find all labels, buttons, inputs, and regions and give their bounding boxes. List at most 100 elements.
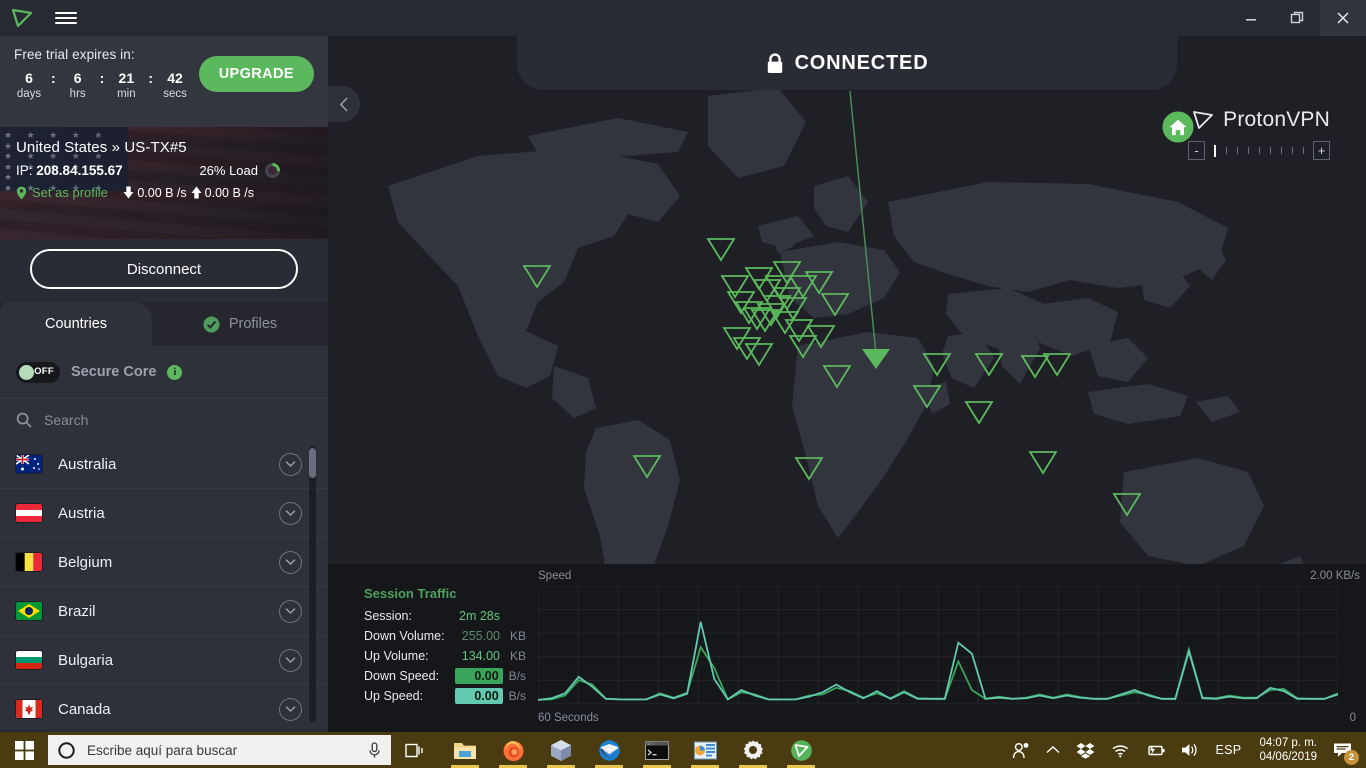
language-indicator[interactable]: ESP <box>1208 732 1250 768</box>
zoom-tick[interactable] <box>1226 147 1227 154</box>
taskbar-app-protonvpn[interactable] <box>777 732 825 768</box>
microphone-icon[interactable] <box>368 741 381 759</box>
people-icon[interactable] <box>1004 732 1038 768</box>
scrollbar-thumb[interactable] <box>309 448 316 478</box>
stat-unit: KB <box>509 649 526 663</box>
taskbar-app-thunderbird[interactable] <box>585 732 633 768</box>
flag-ca <box>16 700 42 718</box>
taskbar-app-firefox[interactable] <box>489 732 537 768</box>
task-view-icon[interactable] <box>391 732 437 768</box>
zoom-tick[interactable] <box>1259 147 1260 154</box>
arrow-up-icon <box>191 186 202 199</box>
home-node-marker[interactable] <box>1159 108 1197 146</box>
expand-chevron-down-icon[interactable] <box>279 599 302 623</box>
expand-chevron-down-icon[interactable] <box>279 648 302 672</box>
zoom-tick[interactable] <box>1270 147 1271 154</box>
stat-key: Down Speed: <box>364 669 440 683</box>
countdown-days-label: days <box>16 88 42 100</box>
tab-countries[interactable]: Countries <box>0 302 152 346</box>
stat-unit: KB <box>509 629 526 643</box>
map-zoom-control[interactable]: - + <box>1188 141 1330 160</box>
country-name: Brazil <box>58 602 96 620</box>
restore-icon[interactable] <box>1274 0 1320 36</box>
zoom-tick-active[interactable] <box>1214 144 1216 157</box>
server-load-text: 26% Load <box>199 163 258 178</box>
zoom-tick[interactable] <box>1248 147 1249 154</box>
connection-status-text: CONNECTED <box>794 51 929 74</box>
expand-chevron-down-icon[interactable] <box>279 452 302 476</box>
taskbar-app-office[interactable] <box>681 732 729 768</box>
countdown-secs-value: 42 <box>167 70 183 86</box>
tab-countries-label: Countries <box>44 316 108 332</box>
country-row-canada[interactable]: Canada <box>0 685 328 729</box>
taskbar-app-virtualbox[interactable] <box>537 732 585 768</box>
chart-ylabel: Speed <box>538 570 572 582</box>
country-name: Austria <box>58 504 105 522</box>
tab-profiles[interactable]: Profiles <box>152 302 328 346</box>
zoom-tick[interactable] <box>1292 147 1293 154</box>
zoom-out-button[interactable]: - <box>1188 141 1205 160</box>
country-row-australia[interactable]: Australia <box>0 440 328 489</box>
stat-value: 0.00 <box>455 688 503 704</box>
country-row-austria[interactable]: Austria <box>0 489 328 538</box>
stat-unit: B/s <box>508 669 526 683</box>
session-traffic-stats: Session Traffic Session: 2m 28s Down Vol… <box>364 586 526 706</box>
taskbar-search-box[interactable]: Escribe aquí para buscar <box>48 735 391 765</box>
brand-text: ProtonVPN <box>1223 108 1330 131</box>
minimize-icon[interactable] <box>1228 0 1274 36</box>
battery-icon[interactable] <box>1137 732 1173 768</box>
secure-core-toggle[interactable]: OFF <box>16 361 60 383</box>
search-input[interactable] <box>44 411 312 428</box>
zoom-tick[interactable] <box>1237 147 1238 154</box>
flag-br <box>16 602 42 620</box>
zoom-ticks[interactable] <box>1205 144 1313 157</box>
action-center-icon[interactable]: 2 <box>1327 732 1362 768</box>
taskbar-app-file-explorer[interactable] <box>441 732 489 768</box>
country-row-bulgaria[interactable]: Bulgaria <box>0 636 328 685</box>
windows-start-icon[interactable] <box>0 732 48 768</box>
system-tray: ESP 04:07 p. m. 04/06/2019 2 <box>1004 732 1366 768</box>
country-list-scrollbar[interactable] <box>309 446 316 722</box>
taskbar-app-settings[interactable] <box>729 732 777 768</box>
protonvpn-logo-icon <box>0 0 44 36</box>
wifi-icon[interactable] <box>1103 732 1137 768</box>
hamburger-menu-icon[interactable] <box>44 0 88 36</box>
disconnect-button[interactable]: Disconnect <box>30 249 298 289</box>
country-list[interactable]: Australia Austria Belgium Brazil Bulgari… <box>0 440 328 729</box>
check-circle-icon <box>203 316 220 332</box>
country-row-brazil[interactable]: Brazil <box>0 587 328 636</box>
taskbar-app-command-prompt[interactable]: C:\ <box>633 732 681 768</box>
dropbox-icon[interactable] <box>1068 732 1103 768</box>
countdown-days: 6 days <box>14 70 44 100</box>
windows-taskbar: Escribe aquí para buscar C:\ ESP 04:07 p… <box>0 732 1366 768</box>
load-ring-icon <box>265 163 280 178</box>
notification-badge: 2 <box>1344 750 1359 765</box>
set-as-profile-link[interactable]: Set as profile <box>16 185 108 200</box>
countdown-secs-label: secs <box>163 88 187 100</box>
pin-icon <box>16 186 27 199</box>
taskbar-clock[interactable]: 04:07 p. m. 04/06/2019 <box>1249 736 1327 764</box>
toggle-state-label: OFF <box>34 365 54 377</box>
zoom-in-button[interactable]: + <box>1313 141 1330 160</box>
country-row-belgium[interactable]: Belgium <box>0 538 328 587</box>
show-hidden-icons-icon[interactable] <box>1038 732 1068 768</box>
zoom-tick[interactable] <box>1303 147 1304 154</box>
info-icon[interactable]: i <box>167 364 183 380</box>
countdown-separator: : <box>51 70 56 86</box>
countdown-hrs: 6 hrs <box>63 70 93 100</box>
taskbar-apps: C:\ <box>441 732 825 768</box>
secure-core-row: OFF Secure Core i <box>0 346 328 398</box>
zoom-tick[interactable] <box>1281 147 1282 154</box>
lock-icon <box>767 52 782 73</box>
flag-bg <box>16 651 42 669</box>
home-icon <box>1169 119 1187 135</box>
upgrade-button[interactable]: UPGRADE <box>198 56 314 92</box>
close-icon[interactable] <box>1320 0 1366 36</box>
secure-core-label: Secure Core <box>71 364 157 380</box>
volume-icon[interactable] <box>1173 732 1208 768</box>
chart-xlabel: 60 Seconds <box>538 712 599 724</box>
expand-chevron-down-icon[interactable] <box>279 501 302 525</box>
country-name: Bulgaria <box>58 651 114 669</box>
expand-chevron-down-icon[interactable] <box>279 697 302 721</box>
expand-chevron-down-icon[interactable] <box>279 550 302 574</box>
